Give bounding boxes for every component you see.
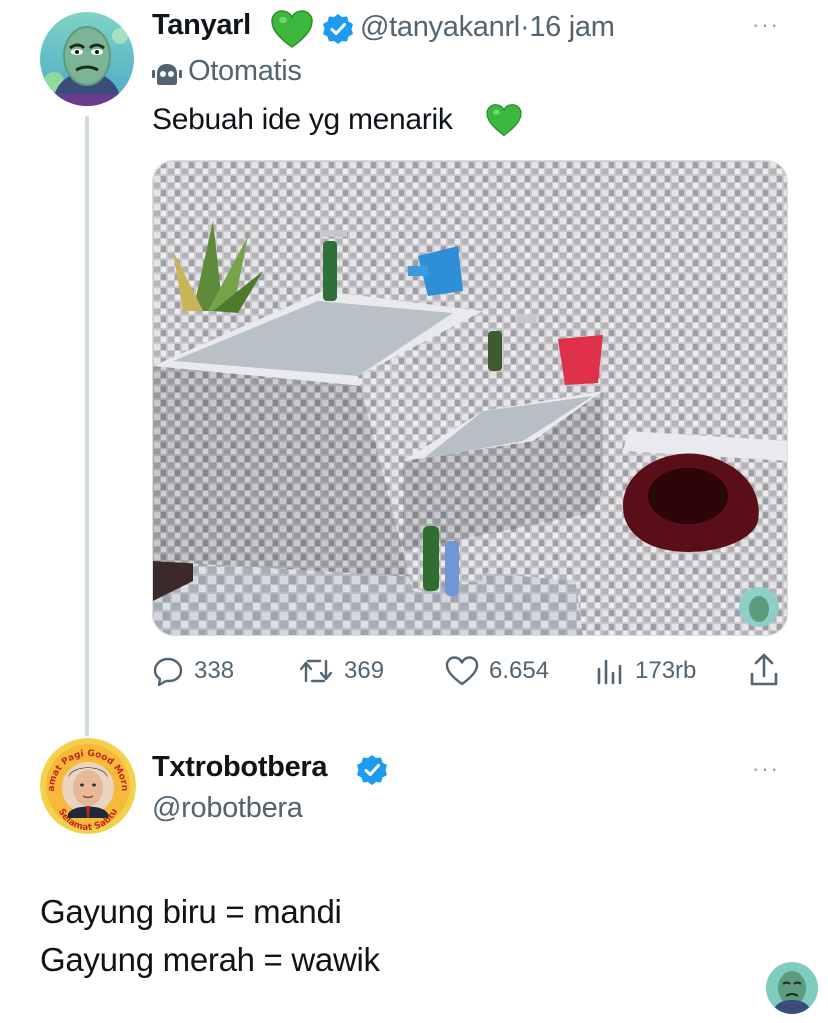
reply-author-avatar[interactable]: Selamat Pagi Good Morning Selamat Sabtu (40, 738, 136, 834)
green-heart-icon (485, 103, 523, 137)
retweet-button[interactable]: 369 (298, 655, 384, 687)
reply-text-line: Gayung biru = mandi (40, 893, 342, 930)
reply-author-handle[interactable]: @robotbera (152, 792, 303, 825)
watermark-avatar (766, 962, 818, 1014)
thread-connector (85, 116, 89, 736)
retweet-count: 369 (344, 657, 385, 684)
author-name[interactable]: Tanyarl (152, 9, 251, 42)
reply-icon (153, 657, 183, 687)
views-button[interactable]: 173rb (595, 655, 696, 687)
reply-button[interactable]: 338 (152, 655, 234, 687)
views-count: 173rb (635, 657, 697, 684)
retweet-icon (299, 659, 333, 683)
more-options-button[interactable]: ··· (752, 756, 780, 782)
reply-count: 338 (194, 657, 235, 684)
tweet-text: Sebuah ide yg menarik (152, 103, 453, 136)
timestamp[interactable]: 16 jam (529, 11, 615, 43)
share-icon (750, 653, 778, 686)
author-avatar[interactable] (40, 12, 134, 106)
like-icon (445, 656, 479, 686)
reply-author-name[interactable]: Txtrobotbera (152, 751, 328, 784)
separator-dot: · (519, 11, 530, 43)
author-handle[interactable]: @tanyakanrl (360, 11, 520, 43)
verified-badge-icon (322, 13, 354, 45)
reply-text-line: Gayung merah = wawik (40, 941, 380, 978)
views-icon (597, 659, 622, 685)
verified-badge-icon (356, 754, 388, 786)
tweet-photo[interactable] (152, 160, 788, 636)
more-options-button[interactable]: ··· (752, 12, 780, 38)
green-heart-icon (270, 9, 314, 49)
like-button[interactable]: 6.654 (445, 655, 549, 687)
author-handle-and-time[interactable]: @tanyakanrl·16 jam (360, 11, 615, 44)
like-count: 6.654 (489, 657, 550, 684)
share-button[interactable] (748, 652, 780, 688)
bot-icon (152, 62, 182, 86)
automated-label[interactable]: Otomatis (188, 55, 302, 88)
